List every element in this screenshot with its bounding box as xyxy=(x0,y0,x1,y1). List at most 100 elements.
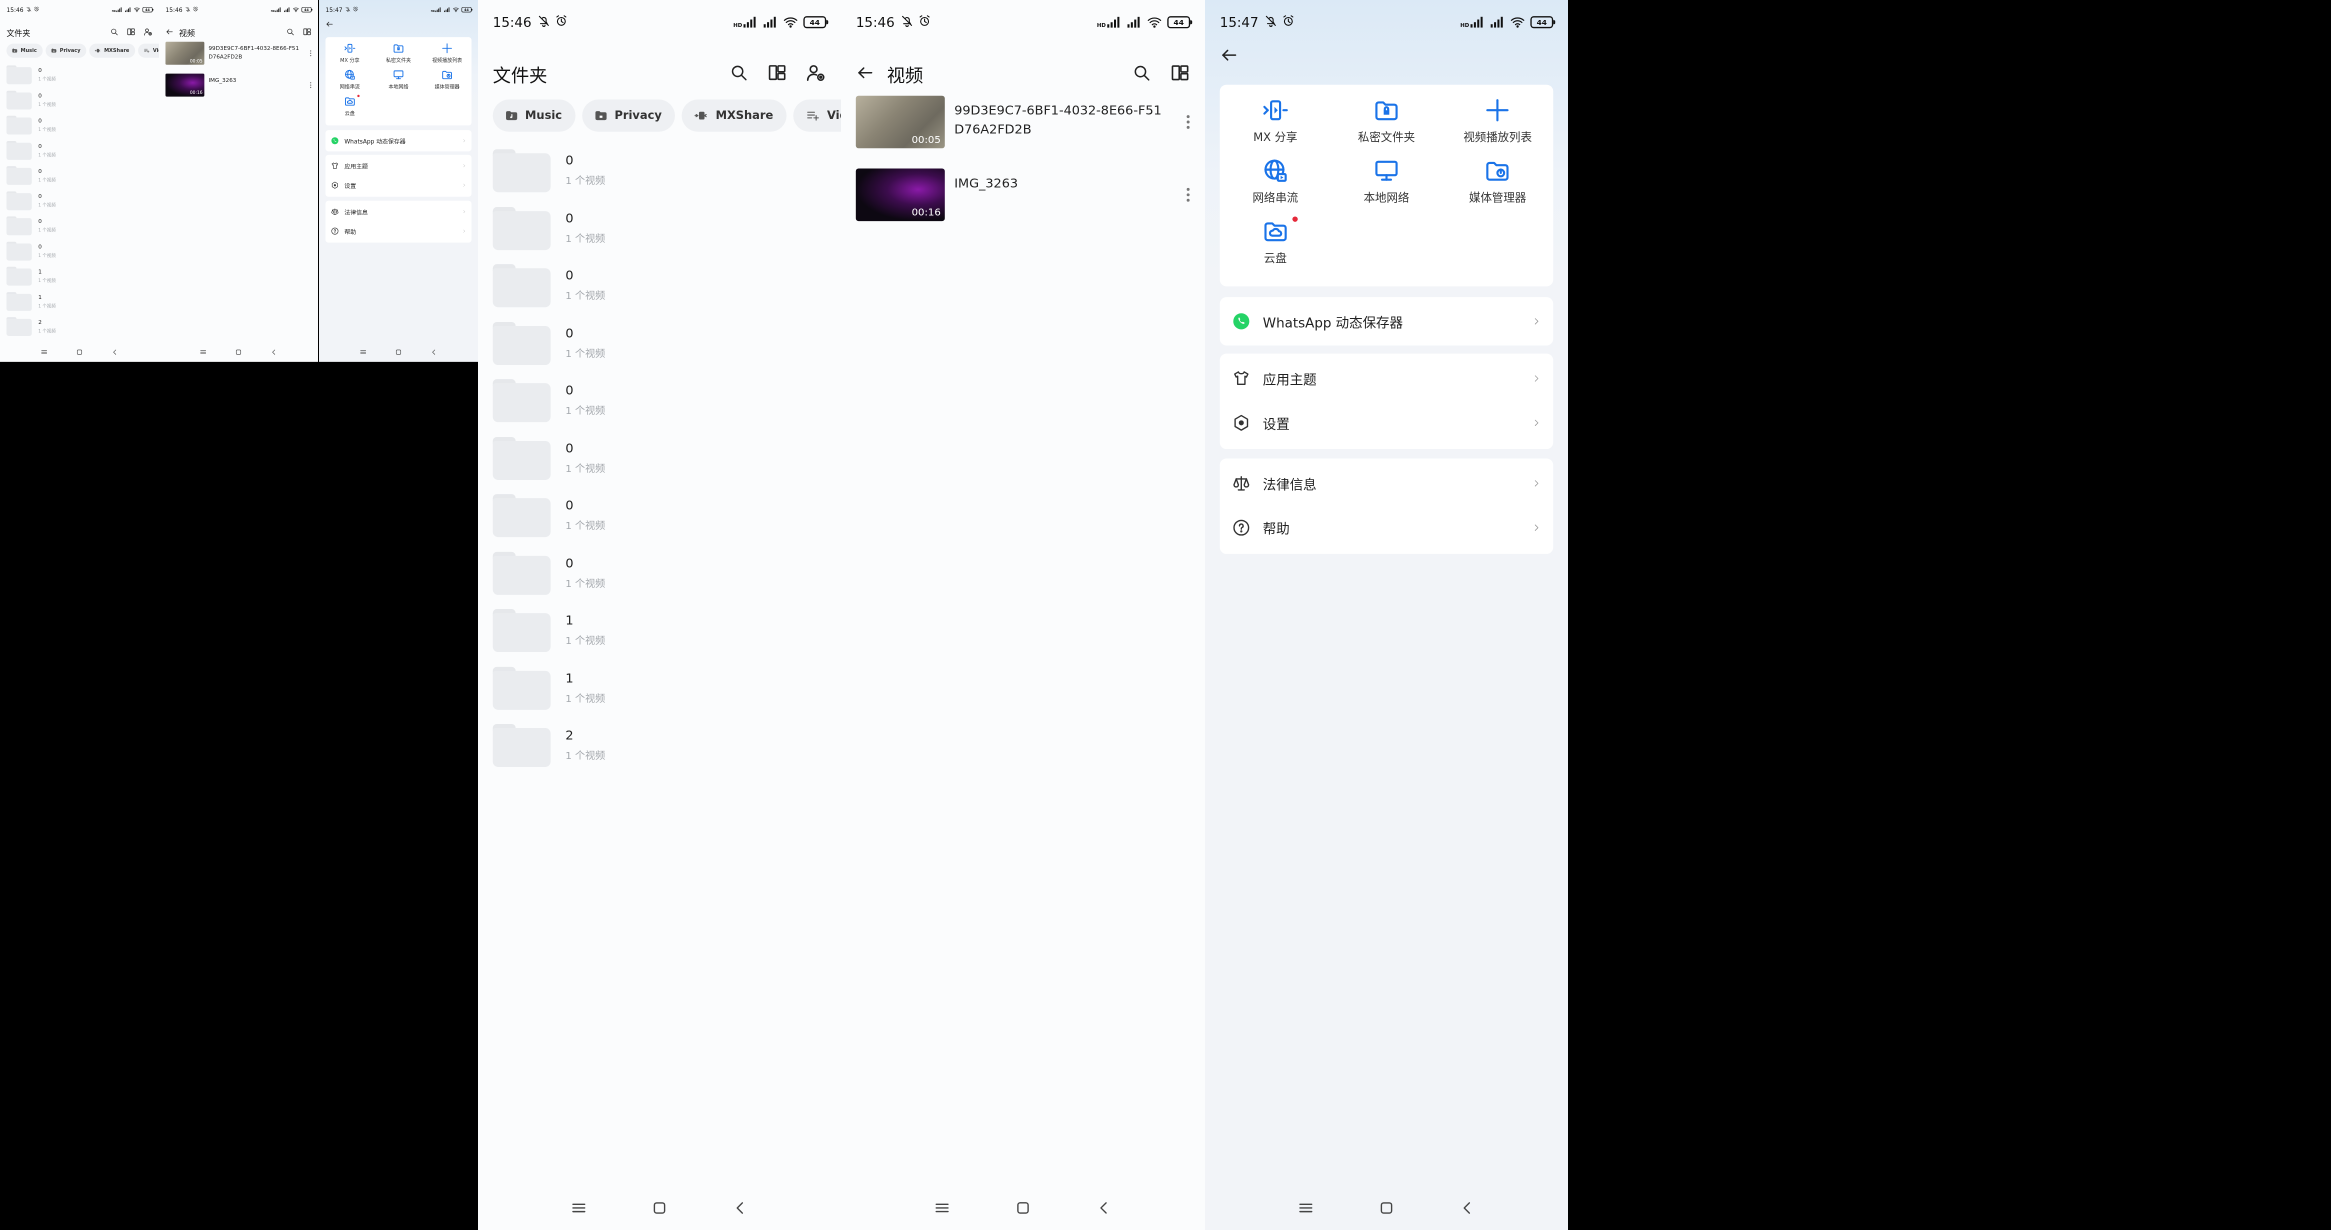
grid-item-plus[interactable]: 视频播放列表 xyxy=(1442,97,1553,157)
grid-item-monitor[interactable]: 本地网络 xyxy=(1331,157,1442,218)
view-layout-button[interactable] xyxy=(1170,63,1190,86)
nav-back-button[interactable] xyxy=(97,348,132,356)
nav-back-button[interactable] xyxy=(1427,1199,1508,1216)
grid-item-plus[interactable]: 视频播放列表 xyxy=(423,42,472,69)
back-button[interactable] xyxy=(165,28,173,37)
search-button[interactable] xyxy=(1132,63,1151,85)
nav-home-button[interactable] xyxy=(1346,1199,1427,1216)
folder-row[interactable]: 0 1 个视频 xyxy=(492,379,841,436)
video-row[interactable]: 00:16 IMG_3263 xyxy=(165,73,312,106)
nav-recents-button[interactable] xyxy=(539,1199,620,1216)
alarm-icon xyxy=(33,6,39,12)
nav-recents-button[interactable] xyxy=(346,348,381,356)
folder-row[interactable]: 0 1 个视频 xyxy=(6,241,159,267)
chip-video[interactable]: Video xyxy=(793,99,841,132)
search-button[interactable] xyxy=(286,28,294,37)
folder-row[interactable]: 0 1 个视频 xyxy=(6,115,159,141)
nav-recents-button[interactable] xyxy=(27,348,62,356)
chip-mxshare[interactable]: MXShare xyxy=(89,43,136,58)
nav-home-button[interactable] xyxy=(221,348,256,356)
folder-row[interactable]: 2 1 个视频 xyxy=(492,723,841,781)
folder-row[interactable]: 0 1 个视频 xyxy=(492,436,841,494)
grid-item-monitor[interactable]: 本地网络 xyxy=(374,69,423,96)
grid-item-media-manager[interactable]: 媒体管理器 xyxy=(423,69,472,96)
grid-item-private-folder[interactable]: 私密文件夹 xyxy=(374,42,423,69)
back-button[interactable] xyxy=(856,63,875,85)
chip-music[interactable]: Music xyxy=(6,43,43,58)
chip-music[interactable]: Music xyxy=(492,99,576,132)
nav-home-button[interactable] xyxy=(619,1199,700,1216)
more-options-button[interactable] xyxy=(1186,187,1190,205)
folder-row[interactable]: 0 1 个视频 xyxy=(6,216,159,241)
video-row[interactable]: 00:05 99D3E9C7-6BF1-4032-8E66-F51D76A2FD… xyxy=(855,95,1190,169)
grid-item-mx-share[interactable]: MX 分享 xyxy=(325,42,374,69)
chip-video[interactable]: Video xyxy=(138,43,159,58)
whatsapp-status-saver[interactable]: WhatsApp 动态保存器 xyxy=(325,131,471,150)
video-thumbnail[interactable]: 00:05 xyxy=(165,41,205,65)
video-row[interactable]: 00:16 IMG_3263 xyxy=(855,168,1190,242)
legal-info[interactable]: 法律信息 xyxy=(1220,461,1553,505)
folder-row[interactable]: 0 1 个视频 xyxy=(6,90,159,116)
grid-item-mx-share[interactable]: MX 分享 xyxy=(1220,97,1331,157)
grid-item-globe[interactable]: 网络串流 xyxy=(325,69,374,96)
grid-item-cloud-folder[interactable]: 云盘 xyxy=(1220,216,1331,279)
video-thumbnail[interactable]: 00:16 xyxy=(855,168,945,222)
view-layout-button[interactable] xyxy=(767,63,787,86)
nav-recents-button[interactable] xyxy=(186,348,221,356)
nav-home-button[interactable] xyxy=(62,348,97,356)
profile-button[interactable] xyxy=(144,27,153,37)
folder-row[interactable]: 0 1 个视频 xyxy=(492,321,841,379)
search-button[interactable] xyxy=(110,28,118,37)
folder-row[interactable]: 0 1 个视频 xyxy=(6,65,159,90)
folder-row[interactable]: 0 1 个视频 xyxy=(6,166,159,191)
nav-back-button[interactable] xyxy=(416,348,451,356)
legal-info[interactable]: 法律信息 xyxy=(325,202,471,221)
whatsapp-status-saver[interactable]: WhatsApp 动态保存器 xyxy=(1220,299,1553,343)
folder-row[interactable]: 1 1 个视频 xyxy=(492,609,841,666)
folder-row[interactable]: 0 1 个视频 xyxy=(492,551,841,609)
nav-home-button[interactable] xyxy=(381,348,416,356)
folder-row[interactable]: 1 1 个视频 xyxy=(492,666,841,724)
folder-row[interactable]: 0 1 个视频 xyxy=(492,494,841,551)
nav-recents-button[interactable] xyxy=(1266,1199,1347,1216)
more-options-button[interactable] xyxy=(309,50,312,58)
grid-item-private-folder[interactable]: 私密文件夹 xyxy=(1331,97,1442,157)
folder-row[interactable]: 2 1 个视频 xyxy=(6,317,159,342)
chip-privacy[interactable]: Privacy xyxy=(45,43,87,58)
folder-row[interactable]: 0 1 个视频 xyxy=(492,206,841,264)
back-button[interactable] xyxy=(1220,46,1239,68)
folder-row[interactable]: 1 1 个视频 xyxy=(6,291,159,317)
grid-item-media-manager[interactable]: 媒体管理器 xyxy=(1442,157,1553,218)
folder-row[interactable]: 0 1 个视频 xyxy=(492,149,841,206)
app-theme[interactable]: 应用主题 xyxy=(325,156,471,175)
video-row[interactable]: 00:05 99D3E9C7-6BF1-4032-8E66-F51D76A2FD… xyxy=(165,41,312,74)
settings[interactable]: 设置 xyxy=(1220,401,1553,445)
view-layout-button[interactable] xyxy=(127,27,136,37)
profile-button[interactable] xyxy=(806,63,826,86)
chip-privacy[interactable]: Privacy xyxy=(582,99,676,132)
app-theme[interactable]: 应用主题 xyxy=(1220,356,1553,400)
nav-back-button[interactable] xyxy=(700,1199,781,1216)
search-button[interactable] xyxy=(729,63,748,85)
grid-item-cloud-folder[interactable]: 云盘 xyxy=(325,94,374,122)
view-layout-button[interactable] xyxy=(303,27,312,37)
help[interactable]: 帮助 xyxy=(325,221,471,240)
nav-back-button[interactable] xyxy=(1063,1199,1144,1217)
back-button[interactable] xyxy=(325,20,333,29)
more-options-button[interactable] xyxy=(1186,115,1190,133)
more-options-button[interactable] xyxy=(309,82,312,90)
folder-row[interactable]: 0 1 个视频 xyxy=(6,140,159,166)
help[interactable]: 帮助 xyxy=(1220,506,1553,550)
nav-recents-button[interactable] xyxy=(902,1199,983,1217)
folder-row[interactable]: 1 1 个视频 xyxy=(6,266,159,292)
nav-home-button[interactable] xyxy=(983,1199,1064,1217)
chip-mxshare[interactable]: MXShare xyxy=(681,99,787,132)
settings[interactable]: 设置 xyxy=(325,175,471,194)
grid-item-globe[interactable]: 网络串流 xyxy=(1220,157,1331,218)
folder-name: 0 xyxy=(38,218,42,225)
video-thumbnail[interactable]: 00:16 xyxy=(165,73,205,97)
folder-row[interactable]: 0 1 个视频 xyxy=(492,264,841,321)
folder-row[interactable]: 0 1 个视频 xyxy=(6,191,159,216)
video-thumbnail[interactable]: 00:05 xyxy=(855,95,945,149)
nav-back-button[interactable] xyxy=(256,348,291,356)
